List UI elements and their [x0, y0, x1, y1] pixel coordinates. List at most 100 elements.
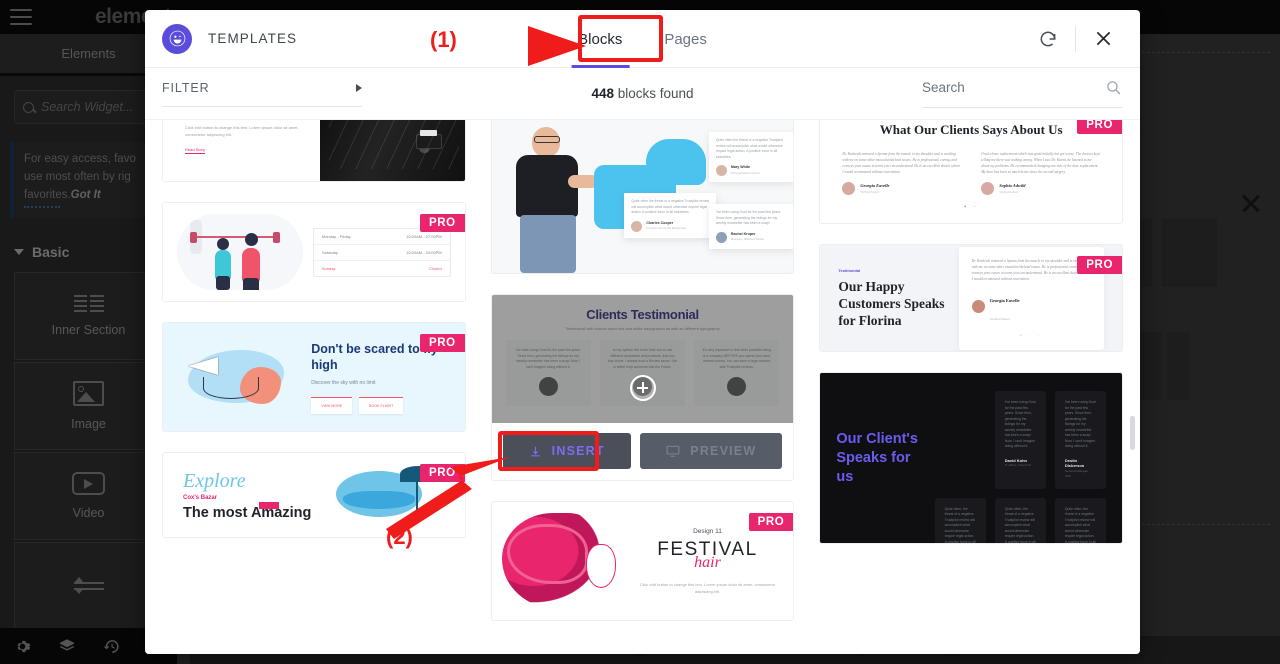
annotation-label-1: (1) [430, 27, 457, 52]
filter-label: FILTER [162, 80, 210, 95]
time: 10:00AM - 07:00PM [406, 233, 442, 239]
filter-control[interactable]: FILTER [162, 81, 362, 107]
avatar [538, 377, 558, 396]
quote-card: Quite often the threat of a negative Tru… [624, 193, 717, 238]
tab-pages[interactable]: Pages [657, 10, 714, 68]
quote-role: Manager, Jefferson Global [730, 237, 764, 242]
pro-badge: PRO [1077, 256, 1123, 274]
templates-modal: TEMPLATES Blocks Pages FILTER 448 blocks… [145, 10, 1140, 654]
preview-label: PREVIEW [690, 444, 757, 458]
thumb-title: Our Client's Speaks for us [836, 430, 918, 485]
search-control[interactable] [922, 79, 1122, 108]
paper-plane-illustration [181, 341, 303, 413]
thumb-title: Clients Testimonial [586, 307, 699, 322]
carousel-dots: • · · [1019, 332, 1043, 339]
annotation-arrow-1 [466, 26, 586, 66]
carousel-dots: • · [964, 204, 979, 210]
templates-column-1: Lorem ipsum dolor sit Denise Richards Cl… [162, 120, 466, 621]
quote-text: Dr. Roshevik removed a lipoma from the m… [842, 152, 960, 174]
quote-card: I've been using Goal for the past few ye… [1054, 391, 1106, 489]
elementor-templates-logo-icon [162, 23, 192, 54]
avatar [971, 300, 985, 313]
template-card-fly-high[interactable]: PRO Don't be scared to fly high Discover… [162, 322, 466, 432]
time: Closed [429, 265, 442, 271]
thumb-title: The most Amazing [183, 504, 312, 521]
thumb-script: Explore [183, 469, 246, 492]
quote-author: Sophia Adwild [999, 182, 1026, 188]
quote-text: I've been using Goal for the past few ye… [1064, 400, 1096, 448]
caret-right-icon [356, 83, 362, 92]
modal-title: TEMPLATES [208, 31, 298, 46]
template-card-denise-richards[interactable]: Lorem ipsum dolor sit Denise Richards Cl… [162, 120, 466, 182]
quote-card: I've been using Goal for the past few ye… [505, 340, 591, 406]
hair-illustration [501, 509, 626, 613]
thumb-body: Click edit button to change this text. L… [185, 125, 299, 137]
quote-role: General Manager, HSC [1064, 468, 1089, 479]
time: 10:00AM - 03:00PM [406, 249, 442, 255]
quote-text: In my opinion this is the best one to us… [607, 348, 678, 369]
modal-header-actions [1029, 20, 1122, 58]
quote-author: Destin Dickerson [1064, 457, 1085, 469]
thumb-title: What Our Clients Says About Us [879, 122, 1063, 137]
templates-column-3: PRO What Our Clients Says About Us Dr. R… [819, 120, 1124, 621]
avatar [727, 377, 747, 396]
preview-button[interactable]: PREVIEW [640, 433, 783, 469]
day: Saturday [321, 249, 338, 255]
modal-header: TEMPLATES Blocks Pages [145, 10, 1140, 68]
gym-illustration [177, 214, 303, 290]
quote-text: Dr. Roshevik removed a lipoma from the m… [971, 258, 1089, 281]
quote-text: I've been using Goal for the past few ye… [715, 210, 781, 226]
thumbnail: Clients Testimonial Testimonial with bot… [491, 295, 794, 423]
schedule-table: Monday - Friday 10:00AM - 07:00PM Saturda… [312, 227, 451, 277]
quote-role: IT officer, Church KI [1004, 463, 1032, 467]
template-card-what-our-clients-says[interactable]: PRO What Our Clients Says About Us Dr. R… [819, 120, 1124, 224]
pro-badge: PRO [1077, 120, 1123, 134]
close-icon [1096, 31, 1110, 46]
close-button[interactable] [1084, 20, 1122, 58]
thumbnail: Our Client's Speaks for us I've been usi… [820, 373, 1123, 543]
quote-text: Quite often the threat of a negative Tru… [715, 138, 783, 159]
thumbnail: What Our Clients Says About Us Dr. Roshe… [820, 120, 1123, 223]
template-card-clients-testimonial[interactable]: Clients Testimonial Testimonial with bot… [490, 294, 795, 481]
quote-text: I had a knee replacement which was good … [981, 152, 1100, 174]
thumb-btn-1: VIEW MORE [311, 396, 353, 414]
template-card-our-happy-customers-florina[interactable]: PRO Testimonial Our Happy Customers Spea… [819, 244, 1124, 352]
header-divider [1075, 25, 1076, 52]
avatar [715, 231, 727, 243]
pro-badge: PRO [419, 334, 465, 352]
zoom-in-icon [629, 374, 656, 401]
template-card-gym-schedule[interactable]: PRO Monday - Friday 10:00AM - 07:00PM Sat… [162, 202, 466, 302]
quote-card: Quite often the threat of a negative Tru… [708, 132, 794, 183]
search-input[interactable] [922, 80, 1072, 95]
download-icon [530, 446, 540, 456]
quote-role: Programmer, Kerkis Enterprises [646, 226, 687, 230]
pro-badge: PRO [419, 214, 465, 232]
quote-role: Verified Patient [999, 189, 1018, 194]
avatar [631, 220, 643, 232]
template-card-our-clients-speaks-dark[interactable]: Our Client's Speaks for us I've been usi… [819, 372, 1124, 544]
blocks-count-number: 448 [591, 86, 614, 101]
avatar [715, 165, 727, 177]
thumbnail: Lorem ipsum dolor sit Denise Richards Cl… [163, 120, 465, 181]
template-card-thumbs-up-testimonial[interactable]: Quite often the threat of a negative Tru… [490, 120, 795, 274]
templates-grid[interactable]: Lorem ipsum dolor sit Denise Richards Cl… [145, 120, 1140, 654]
quote-author: Georgia Eavelle [860, 182, 890, 188]
table-row: Saturday 10:00AM - 03:00PM [313, 245, 450, 261]
template-card-festival-hair[interactable]: PRO Design 11 FESTIVAL hair Click edit b… [490, 501, 795, 621]
insert-button[interactable]: INSERT [502, 433, 631, 469]
grid-scrollbar[interactable] [1130, 416, 1135, 450]
card-actions: INSERT PREVIEW [491, 423, 794, 480]
thumb-kicker: Testimonial [838, 267, 861, 273]
quote-text: I've been using Goal for the past few ye… [1004, 400, 1036, 448]
thumb-script: hair [694, 553, 721, 571]
refresh-button[interactable] [1029, 20, 1067, 58]
quote-card: I had a knee replacement which was good … [981, 151, 1100, 195]
thumb-btn-2: BOOK FLIGHT [359, 396, 404, 414]
avatar [981, 182, 995, 195]
thumb-title: Our Happy Customers Speaks for Florina [838, 278, 945, 328]
day: Monday - Friday [321, 233, 351, 239]
thumb-subtitle: Testimonial with bottom outer line and w… [565, 326, 720, 331]
quote-card: It's very important to find other possib… [694, 340, 780, 406]
thumb-kicker: Cox's Bazar [183, 494, 218, 501]
quote-card: Quite often, the threat of a negative Tr… [1054, 497, 1106, 543]
